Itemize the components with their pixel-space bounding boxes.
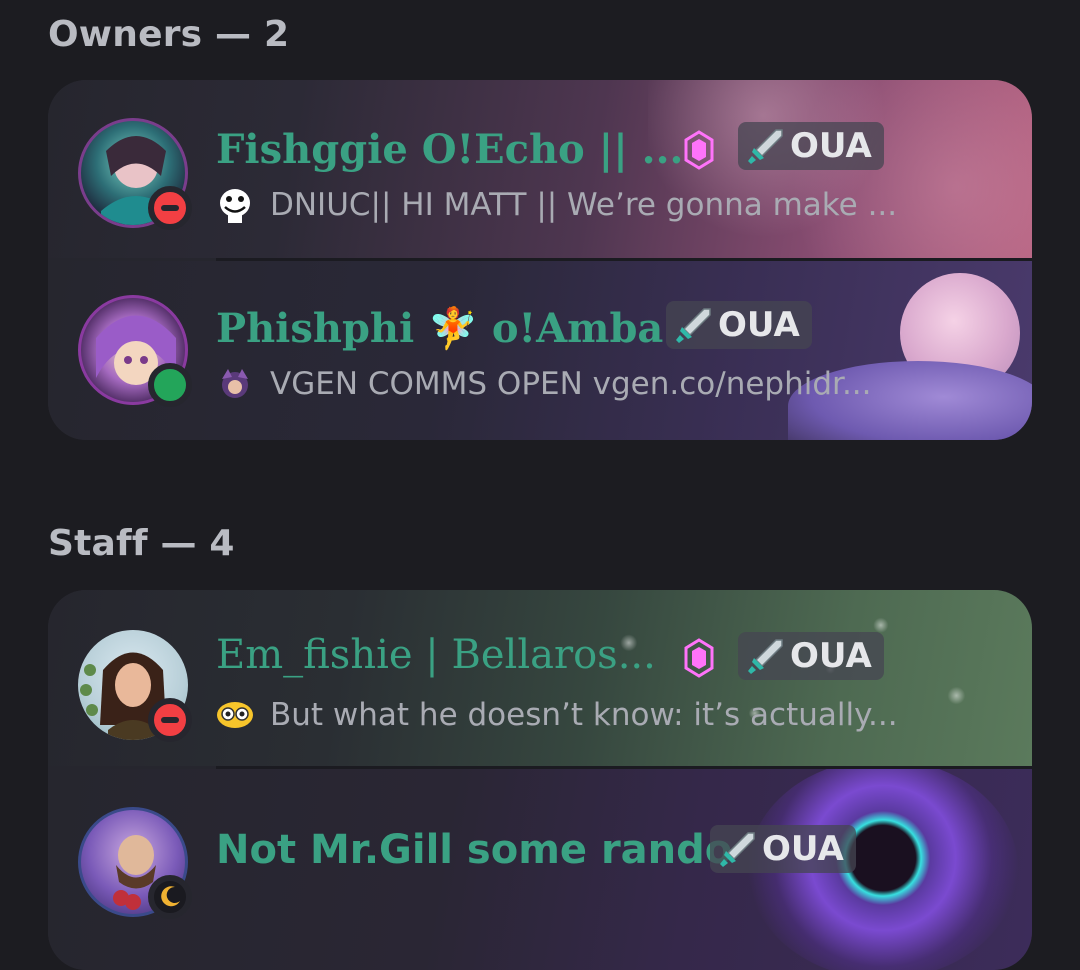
member-name: Fishggie O!Echo || ... [216,126,684,173]
server-boost-icon [684,130,714,170]
sword-icon [720,832,755,867]
member-name: Em_fishie | Bellaros... [216,632,656,678]
member-name: Not Mr.Gill some rando [216,827,733,873]
avatar[interactable] [78,295,192,407]
flushed-face-emoji-icon [217,702,253,728]
staff-card: Em_fishie | Bellaros... OUA But what he … [48,590,1032,970]
section-header-owners: Owners — 2 [48,14,290,55]
member-activity: DNIUC|| HI MATT || We’re gonna make ... [216,186,897,224]
role-tag-label: OUA [718,305,800,345]
character-emoji-icon [222,369,248,398]
status-online-icon [148,363,192,407]
role-tag[interactable]: OUA [738,632,884,680]
role-tag-label: OUA [790,636,872,676]
sword-icon [748,129,783,164]
status-idle-icon [148,875,192,919]
avatar[interactable] [78,807,192,919]
server-boost-icon [684,638,714,678]
role-tag[interactable]: OUA [738,122,884,170]
sword-icon [748,639,783,674]
status-dnd-icon [148,698,192,742]
activity-text: But what he doesn’t know: it’s actually.… [270,697,898,733]
member-row-em-fishie[interactable]: Em_fishie | Bellaros... OUA But what he … [48,590,1032,766]
sword-icon [676,308,711,343]
role-tag[interactable]: OUA [710,825,856,873]
member-row-phishphi[interactable]: Phishphi 🧚 o!Amba OUA VGEN COMMS OPEN vg… [48,261,1032,440]
member-row-not-mr-gill[interactable]: Not Mr.Gill some rando OUA [48,769,1032,970]
status-dnd-icon [148,186,192,230]
role-tag[interactable]: OUA [666,301,812,349]
activity-text: VGEN COMMS OPEN vgen.co/nephidr... [270,366,872,402]
activity-text: DNIUC|| HI MATT || We’re gonna make ... [270,187,898,223]
avatar[interactable] [78,118,192,230]
section-header-staff: Staff — 4 [48,523,235,564]
member-name: Phishphi 🧚 o!Amba [216,305,664,352]
member-row-fishggie[interactable]: Fishggie O!Echo || ... OUA DNIUC|| HI MA… [48,80,1032,258]
owners-card: Fishggie O!Echo || ... OUA DNIUC|| HI MA… [48,80,1032,440]
member-activity: But what he doesn’t know: it’s actually.… [216,696,898,734]
avatar[interactable] [78,630,192,742]
trollface-emoji-icon [220,189,250,223]
member-activity: VGEN COMMS OPEN vgen.co/nephidr... [216,365,872,403]
role-tag-label: OUA [790,126,872,166]
role-tag-label: OUA [762,829,844,869]
